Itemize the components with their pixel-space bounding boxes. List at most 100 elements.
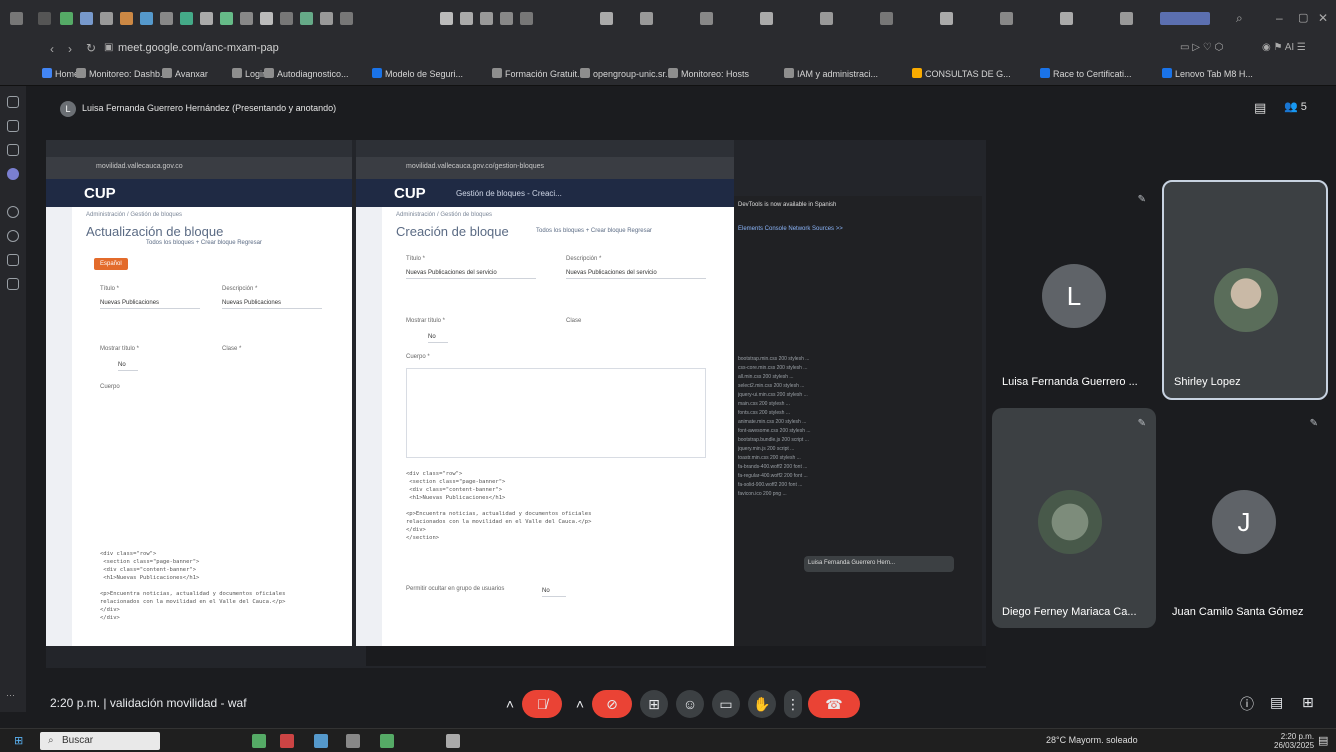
tab-icon[interactable] — [760, 12, 773, 25]
tab-icon[interactable] — [38, 12, 51, 25]
tab-icon[interactable] — [280, 12, 293, 25]
taskbar-app-icon[interactable] — [346, 734, 360, 748]
body-code[interactable]: <div class="row"> <section class="page-b… — [406, 470, 591, 542]
windows-start-icon[interactable]: ⊞ — [14, 734, 23, 747]
taskbar-app-icon[interactable] — [380, 734, 394, 748]
network-row[interactable]: animate.min.css 200 stylesh ... — [738, 419, 974, 427]
settings-icon[interactable] — [7, 278, 19, 290]
bookmark-item[interactable]: Avanxar — [162, 68, 208, 79]
search-tabs-icon[interactable]: ⌕ — [1236, 12, 1249, 25]
tab-icon[interactable] — [880, 12, 893, 25]
bookmark-item[interactable]: Race to Certificati... — [1040, 68, 1132, 79]
info-icon[interactable]: ⓘ — [1240, 694, 1254, 714]
taskbar-clock[interactable]: 2:20 p.m. 26/03/2025 — [1274, 732, 1314, 750]
tab-icon[interactable] — [520, 12, 533, 25]
tab-icon[interactable] — [100, 12, 113, 25]
field-title-value[interactable]: Nuevas Publicaciones — [100, 300, 200, 309]
participant-tile[interactable]: ✎ Diego Ferney Mariaca Ca... — [992, 408, 1156, 628]
bookmark-item[interactable]: opengroup-unic.sr... — [580, 68, 673, 79]
participant-tile[interactable]: ✎ J Juan Camilo Santa Gómez — [1162, 408, 1328, 628]
network-row[interactable]: fa-brands-400.woff2 200 font ... — [738, 464, 974, 472]
field-show-title-value[interactable]: No — [118, 362, 138, 371]
audio-options-icon[interactable]: ˄ — [496, 690, 524, 718]
mail-icon[interactable] — [7, 144, 19, 156]
weather-widget[interactable]: 28°C Mayorm. soleado — [1046, 735, 1138, 745]
tab-icon[interactable] — [60, 12, 73, 25]
field-hide-group-value[interactable]: No — [542, 588, 566, 597]
tab-icon[interactable] — [600, 12, 613, 25]
clock-icon[interactable] — [7, 230, 19, 242]
profile-icon[interactable]: ◉ ⚑ AI ☰ — [1262, 42, 1306, 53]
tab-icon[interactable] — [140, 12, 153, 25]
bookmark-item[interactable]: Monitoreo: Hosts — [668, 68, 749, 79]
forward-icon[interactable]: › — [68, 42, 72, 56]
field-show-title-value[interactable]: No — [428, 334, 448, 343]
more-icon[interactable]: ··· — [6, 690, 15, 700]
back-icon[interactable]: ‹ — [50, 42, 54, 56]
bookmark-item[interactable]: Formación Gratuit... — [492, 68, 585, 79]
chat-icon[interactable]: ▤ — [1270, 694, 1283, 711]
tab-icon[interactable] — [80, 12, 93, 25]
taskbar-app-icon[interactable] — [446, 734, 460, 748]
network-row[interactable]: bootstrap.bundle.js 200 script ... — [738, 437, 974, 445]
reload-icon[interactable]: ↻ — [86, 41, 96, 55]
flow-icon[interactable] — [7, 254, 19, 266]
tab-icon[interactable] — [440, 12, 453, 25]
tab-icon[interactable] — [940, 12, 953, 25]
tab-icon[interactable] — [120, 12, 133, 25]
body-code[interactable]: <div class="row"> <section class="page-b… — [100, 550, 285, 622]
field-description-value[interactable]: Nuevas Publicaciones del servicio — [566, 270, 706, 279]
notifications-icon[interactable]: ▤ — [1318, 734, 1328, 747]
network-row[interactable]: jquery-ui.min.css 200 stylesh ... — [738, 392, 974, 400]
layout-icon[interactable]: ▤ — [1254, 100, 1266, 116]
tab-icon[interactable] — [1060, 12, 1073, 25]
video-options-icon[interactable]: ˄ — [566, 690, 594, 718]
bookmark-item[interactable]: CONSULTAS DE G... — [912, 68, 1011, 79]
network-row[interactable]: main.css 200 stylesh ... — [738, 401, 974, 409]
tab-icon[interactable] — [500, 12, 513, 25]
rich-text-editor[interactable] — [406, 368, 706, 458]
minimize-icon[interactable]: – — [1276, 12, 1289, 25]
tab-icon[interactable] — [160, 12, 173, 25]
messenger-icon[interactable] — [7, 120, 19, 132]
bookmark-item[interactable]: Home — [42, 68, 79, 79]
pin-icon[interactable]: ✎ — [1138, 194, 1146, 205]
tab-icon[interactable] — [700, 12, 713, 25]
network-row[interactable]: fa-solid-900.woff2 200 font ... — [738, 482, 974, 490]
bookmark-item[interactable]: Monitoreo: Dashb... — [76, 68, 168, 79]
tab-icon[interactable] — [820, 12, 833, 25]
bookmark-item[interactable]: IAM y administraci... — [784, 68, 878, 79]
participant-tile-active[interactable]: Shirley Lopez — [1162, 180, 1328, 400]
pin-icon[interactable]: ✎ — [1310, 418, 1318, 429]
more-options-button[interactable]: ⋮ — [784, 690, 802, 718]
network-row[interactable]: bootstrap.min.css 200 stylesh ... — [738, 356, 974, 364]
network-row[interactable]: favicon.ico 200 png ... — [738, 491, 974, 499]
maximize-icon[interactable]: ▢ — [1298, 12, 1311, 25]
tab-icon[interactable] — [200, 12, 213, 25]
taskbar-search[interactable]: Buscar — [40, 732, 160, 750]
taskbar-app-icon[interactable] — [314, 734, 328, 748]
tab-icon[interactable] — [340, 12, 353, 25]
tab-icon[interactable] — [480, 12, 493, 25]
raise-hand-button[interactable]: ✋ — [748, 690, 776, 718]
network-row[interactable]: select2.min.css 200 stylesh ... — [738, 383, 974, 391]
bookmark-item[interactable]: Modelo de Seguri... — [372, 68, 463, 79]
network-row[interactable]: css-core.min.css 200 stylesh ... — [738, 365, 974, 373]
tab-icon[interactable] — [320, 12, 333, 25]
bookmark-item[interactable]: Lenovo Tab M8 H... — [1162, 68, 1253, 79]
activities-icon[interactable]: ⊞ — [1302, 694, 1314, 711]
extensions-icon[interactable]: ▭ ▷ ♡ ⬡ — [1180, 42, 1223, 53]
tab-icon[interactable] — [460, 12, 473, 25]
network-row[interactable]: toastr.min.css 200 stylesh ... — [738, 455, 974, 463]
tab-icon[interactable] — [240, 12, 253, 25]
pin-icon[interactable]: ✎ — [1138, 418, 1146, 429]
tab-icon[interactable] — [180, 12, 193, 25]
network-row[interactable]: fonts.css 200 stylesh ... — [738, 410, 974, 418]
leave-call-button[interactable]: ☎ — [808, 690, 860, 718]
bookmark-item[interactable]: Login — [232, 68, 267, 79]
close-icon[interactable]: ✕ — [1318, 12, 1331, 25]
captions-button[interactable]: ▭ — [712, 690, 740, 718]
action-links[interactable]: Todos los bloques + Crear bloque Regresa… — [146, 240, 262, 246]
camera-toggle-button[interactable]: ⊘ — [592, 690, 632, 718]
field-title-value[interactable]: Nuevas Publicaciones del servicio — [406, 270, 536, 279]
